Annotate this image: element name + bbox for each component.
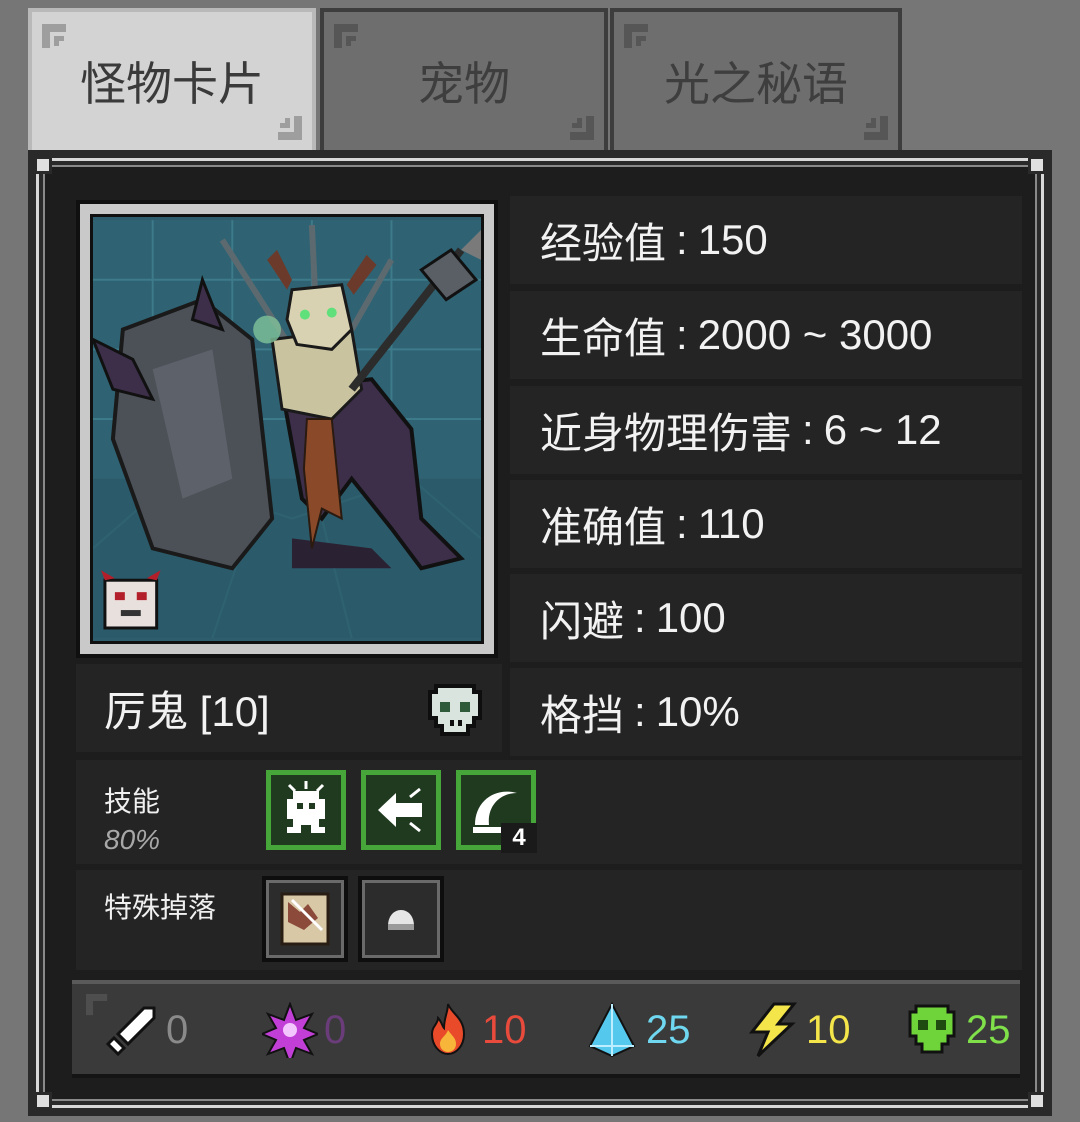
resist-physical: 0 [104,1000,188,1060]
card-scroll-icon [280,892,330,946]
lightning-icon [748,1002,798,1058]
drop-slot[interactable] [262,876,348,962]
tab-pet[interactable]: 宠物 [320,8,608,150]
stat-value: 2000 ~ 3000 [697,311,933,358]
white-stone-icon [388,910,414,930]
resist-value: 0 [166,1007,189,1052]
tab-label: 怪物卡片 [80,58,264,110]
piercing-arrow-icon [378,787,422,833]
stat-label: 格挡 [540,691,625,739]
drop-slot[interactable] [358,876,444,962]
frame-corner [34,1092,52,1110]
resist-value: 25 [966,1007,1011,1052]
monster-portrait-frame [76,200,498,658]
stat-label: 闪避 [540,597,625,645]
stat-accuracy: 准确值:110 [510,480,1022,568]
skill-count-badge: 4 [501,823,537,853]
stat-block: 格挡:10% [510,668,1022,756]
stat-separator: : [676,500,688,547]
resist-value: 10 [806,1007,851,1052]
stat-dodge: 闪避:100 [510,574,1022,662]
skill-slot[interactable]: 4 [456,770,537,853]
ice-crystal-icon [588,1002,636,1058]
stat-label: 准确值 [540,503,667,551]
physical-sword-icon [105,1006,156,1057]
resist-lightning: 10 [744,1000,851,1060]
monster-name: 厉鬼 [10] [104,687,270,735]
stat-value: 6 ~ 12 [823,406,942,453]
stat-melee-damage: 近身物理伤害:6 ~ 12 [510,386,1022,474]
resist-value: 25 [646,1007,691,1052]
frame-corner [1028,1092,1046,1110]
stat-value: 110 [697,500,765,547]
skill-slot[interactable] [266,770,346,850]
tab-label: 光之秘语 [664,58,848,110]
skill-slot[interactable] [361,770,441,850]
corner-ornament-icon [864,116,888,140]
tab-label: 宠物 [418,58,510,110]
arcane-star-icon [262,1002,318,1058]
stat-value: 150 [697,216,768,263]
stat-label: 近身物理伤害 [540,409,793,457]
corner-ornament-icon [42,24,66,48]
corner-ornament-icon [624,24,648,48]
monster-card-panel: 经验值:150 生命值:2000 ~ 3000 近身物理伤害:6 ~ 12 准确… [28,150,1052,1116]
stat-separator: : [802,406,814,453]
resistances-bar: 0 0 10 25 10 25 [72,980,1020,1078]
skills-label: 技能 [104,786,161,817]
stat-experience: 经验值:150 [510,196,1022,284]
corner-ornament-icon [570,116,594,140]
stat-label: 经验值 [540,219,667,267]
resist-ice: 25 [584,1000,691,1060]
stat-health: 生命值:2000 ~ 3000 [510,291,1022,379]
monster-portrait [90,214,484,644]
special-drops-row: 特殊掉落 [76,870,1022,970]
skill-chance: 80% [104,824,161,855]
resist-poison: 25 [904,1000,1011,1060]
monster-name-row: 厉鬼 [10] [76,664,502,752]
resist-fire: 10 [420,1000,527,1060]
corner-ornament-icon [334,24,358,48]
stat-separator: : [676,311,688,358]
resist-value: 0 [324,1007,347,1052]
summon-creature-icon [287,781,325,833]
stat-label: 生命值 [540,314,667,362]
skills-row: 技能 80% 4 [76,760,1022,864]
resist-value: 10 [482,1007,527,1052]
stat-separator: : [676,216,688,263]
mask-icon [100,570,161,630]
poison-skull-icon [908,1004,956,1054]
stat-separator: : [634,688,646,735]
frame-corner [1028,156,1046,174]
stat-value: 10% [655,688,740,735]
stat-separator: : [634,594,646,641]
frame-corner [34,156,52,174]
drops-label: 特殊掉落 [104,892,217,923]
stat-value: 100 [655,594,726,641]
corner-ornament-icon [278,116,302,140]
tab-secret-of-light[interactable]: 光之秘语 [610,8,902,150]
skull-icon [428,684,482,736]
resist-arcane: 0 [262,1000,346,1060]
tab-monster-card[interactable]: 怪物卡片 [28,8,316,150]
fire-icon [430,1003,466,1056]
armored-demon-portrait-icon [93,220,481,639]
